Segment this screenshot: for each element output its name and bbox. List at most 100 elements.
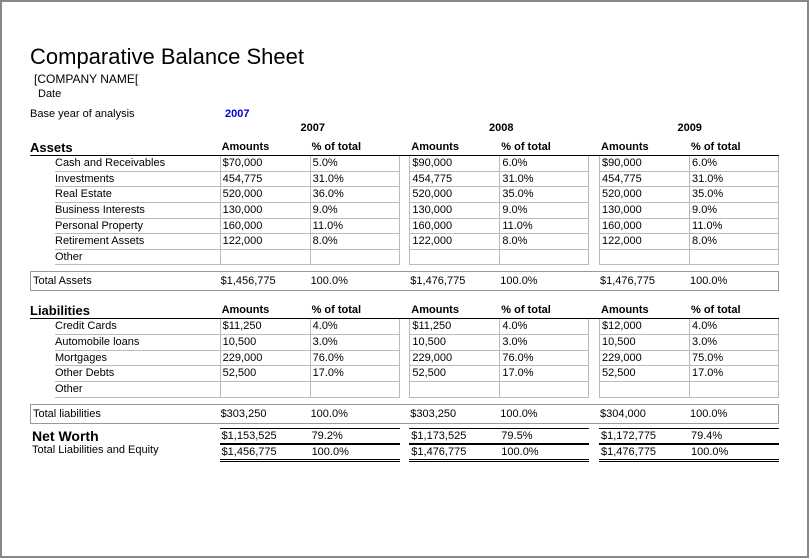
row-label: Credit Cards	[55, 319, 220, 334]
row-label: Business Interests	[55, 202, 220, 218]
cell: $90,000	[599, 156, 689, 171]
row-label: Other Debts	[55, 365, 220, 381]
cell: 100.0%	[688, 408, 778, 420]
col-pct: % of total	[310, 303, 400, 318]
cell: 229,000	[599, 350, 689, 366]
year-header-0: 2007	[223, 122, 402, 134]
net-worth-row: Net Worth $1,153,52579.2% $1,173,52579.5…	[30, 428, 779, 444]
table-row: Automobile loans10,5003.0%10,5003.0%10,5…	[30, 334, 779, 350]
cell: 79.4%	[689, 428, 779, 444]
assets-body: Cash and Receivables$70,0005.0%$90,0006.…	[30, 156, 779, 265]
table-row: Real Estate520,00036.0%520,00035.0%520,0…	[30, 186, 779, 202]
cell: 36.0%	[310, 186, 400, 202]
row-label: Other	[55, 381, 220, 398]
cell: 4.0%	[689, 319, 779, 334]
cell: 8.0%	[689, 233, 779, 249]
cell: 17.0%	[689, 365, 779, 381]
row-label: Cash and Receivables	[55, 156, 220, 171]
row-label: Real Estate	[55, 186, 220, 202]
cell: 10,500	[599, 334, 689, 350]
cell: 229,000	[220, 350, 310, 366]
cell	[499, 249, 589, 266]
table-row: Business Interests130,0009.0%130,0009.0%…	[30, 202, 779, 218]
cell: 10,500	[409, 334, 499, 350]
cell: $1,476,775	[408, 275, 498, 287]
total-liabilities-row: Total liabilities $303,250100.0% $303,25…	[30, 404, 779, 424]
cell: 35.0%	[499, 186, 589, 202]
col-amounts: Amounts	[599, 303, 689, 318]
col-amounts: Amounts	[409, 303, 499, 318]
cell: $1,456,775	[220, 444, 310, 462]
liabilities-header: Liabilities Amounts% of total Amounts% o…	[30, 303, 779, 319]
cell	[599, 381, 689, 398]
total-liabilities-label: Total liabilities	[31, 408, 219, 420]
cell: 9.0%	[499, 202, 589, 218]
table-row: Retirement Assets122,0008.0%122,0008.0%1…	[30, 233, 779, 249]
row-label: Investments	[55, 171, 220, 187]
col-pct: % of total	[689, 303, 779, 318]
cell: $90,000	[409, 156, 499, 171]
cell: 75.0%	[689, 350, 779, 366]
cell: 11.0%	[310, 218, 400, 234]
cell	[220, 249, 310, 266]
cell: 122,000	[409, 233, 499, 249]
row-label: Mortgages	[55, 350, 220, 366]
cell: 3.0%	[689, 334, 779, 350]
cell: $11,250	[409, 319, 499, 334]
col-amounts: Amounts	[409, 140, 499, 155]
cell: 11.0%	[499, 218, 589, 234]
cell: 130,000	[409, 202, 499, 218]
table-row: Investments454,77531.0%454,77531.0%454,7…	[30, 171, 779, 187]
cell	[599, 249, 689, 266]
cell	[689, 249, 779, 266]
cell: $1,172,775	[599, 428, 689, 444]
cell: 520,000	[220, 186, 310, 202]
cell: 122,000	[599, 233, 689, 249]
cell: 100.0%	[689, 444, 779, 462]
cell	[220, 381, 310, 398]
cell: 454,775	[409, 171, 499, 187]
col-pct: % of total	[499, 140, 589, 155]
cell: $1,456,775	[219, 275, 309, 287]
liabilities-heading: Liabilities	[30, 303, 220, 318]
col-amounts: Amounts	[220, 303, 310, 318]
page-title: Comparative Balance Sheet	[30, 44, 779, 70]
cell: 31.0%	[689, 171, 779, 187]
cell: 79.2%	[310, 428, 400, 444]
cell: 35.0%	[689, 186, 779, 202]
col-amounts: Amounts	[220, 140, 310, 155]
cell: 79.5%	[499, 428, 589, 444]
total-liab-equity-row: Total Liabilities and Equity $1,456,7751…	[30, 444, 779, 462]
cell: 11.0%	[689, 218, 779, 234]
cell	[310, 381, 400, 398]
year-header-1: 2008	[412, 122, 591, 134]
cell	[310, 249, 400, 266]
col-amounts: Amounts	[599, 140, 689, 155]
company-name: [COMPANY NAME[	[34, 72, 779, 86]
cell: $11,250	[220, 319, 310, 334]
cell: 100.0%	[310, 444, 400, 462]
base-year-row: Base year of analysis 2007	[30, 108, 779, 120]
row-label: Retirement Assets	[55, 233, 220, 249]
cell	[499, 381, 589, 398]
cell: 17.0%	[310, 365, 400, 381]
net-worth-label: Net Worth	[30, 428, 220, 444]
cell: 100.0%	[499, 444, 589, 462]
table-row: Other	[30, 249, 779, 266]
cell: 52,500	[599, 365, 689, 381]
cell: $12,000	[599, 319, 689, 334]
cell: 454,775	[599, 171, 689, 187]
cell: 31.0%	[499, 171, 589, 187]
cell: 3.0%	[499, 334, 589, 350]
cell: $1,476,775	[409, 444, 499, 462]
cell: 100.0%	[498, 408, 588, 420]
cell: $304,000	[598, 408, 688, 420]
cell: 52,500	[220, 365, 310, 381]
cell: 520,000	[599, 186, 689, 202]
table-row: Mortgages229,00076.0%229,00076.0%229,000…	[30, 350, 779, 366]
cell: 4.0%	[310, 319, 400, 334]
cell: 160,000	[220, 218, 310, 234]
cell: 3.0%	[310, 334, 400, 350]
total-assets-label: Total Assets	[31, 275, 219, 287]
date-label: Date	[38, 88, 779, 100]
